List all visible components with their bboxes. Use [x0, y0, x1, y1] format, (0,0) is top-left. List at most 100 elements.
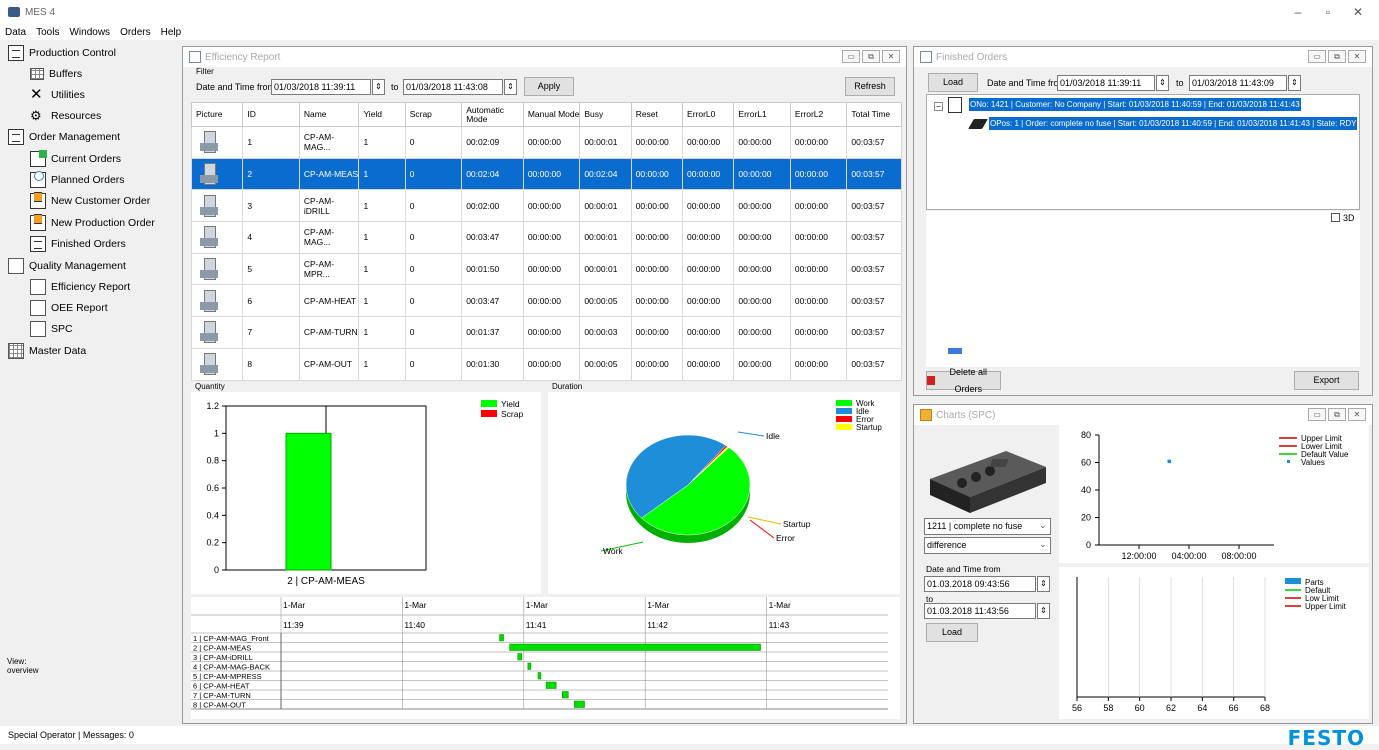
mdi-minimize-button[interactable]: ▭: [1308, 408, 1326, 421]
column-header[interactable]: Manual Mode: [522, 102, 581, 127]
spc-from-input[interactable]: 01.03.2018 09:43:56: [924, 576, 1036, 592]
mdi-close-button[interactable]: ✕: [1348, 408, 1366, 421]
finished-date-from-spinner[interactable]: ⇕: [1156, 75, 1169, 91]
table-row[interactable]: 4 CP-AM-MAG... 1 0 00:03:47 00:00:00 00:00:01 0…: [190, 221, 902, 254]
mdi-restore-button[interactable]: ⧉: [862, 50, 880, 63]
3d-checkbox[interactable]: [1331, 213, 1340, 222]
nav-current-orders[interactable]: Current Orders: [30, 149, 121, 169]
quantity-chart: 1.2 1 0.8 0.6 0.4 0.2 0 2 | CP-AM-MEAS YieldScra…: [191, 392, 541, 594]
spc-to-spinner[interactable]: ⇕: [1037, 603, 1050, 619]
spc-to-input[interactable]: 01.03.2018 11:43:56: [924, 603, 1036, 619]
menu-tools[interactable]: Tools: [31, 27, 64, 38]
menu-windows[interactable]: Windows: [64, 27, 115, 38]
spc-load-button[interactable]: Load: [926, 623, 978, 642]
column-header[interactable]: ErrorL2: [789, 102, 848, 127]
column-header[interactable]: ErrorL0: [682, 102, 735, 127]
nav-new-production-order[interactable]: New Production Order: [30, 213, 155, 233]
mdi-minimize-button[interactable]: ▭: [842, 50, 860, 63]
3d-label: 3D: [1343, 213, 1355, 223]
table-cell: 00:00:00: [733, 316, 791, 349]
table-row[interactable]: 8 CP-AM-OUT 1 0 00:01:30 00:00:00 00:00:05 00:0…: [190, 347, 902, 381]
tree-order-node[interactable]: ONo: 1421 | Customer: No Company | Start…: [969, 98, 1301, 111]
part-select[interactable]: 1211 | complete no fuse: [924, 518, 1051, 535]
gantt-bar: [537, 672, 542, 680]
close-button[interactable]: ✕: [1343, 3, 1373, 21]
column-header[interactable]: Automatic Mode: [461, 102, 524, 127]
date-from-input[interactable]: 01/03/2018 11:39:11: [271, 79, 371, 95]
nav-efficiency-report[interactable]: Efficiency Report: [30, 277, 130, 297]
spc-from-spinner[interactable]: ⇕: [1037, 576, 1050, 592]
mdi-minimize-button[interactable]: ▭: [1308, 50, 1326, 63]
table-row[interactable]: 2 CP-AM-MEAS 1 0 00:02:04 00:00:00 00:02:04 00:…: [190, 157, 902, 191]
gantt-date-label: 1-Mar: [647, 600, 669, 610]
export-button[interactable]: Export: [1294, 371, 1359, 390]
mode-select-chevron-down-icon: ⌄: [1039, 539, 1047, 549]
column-header[interactable]: Total Time: [846, 102, 902, 127]
column-header[interactable]: Scrap: [404, 102, 463, 127]
column-header[interactable]: Picture: [190, 102, 244, 127]
mdi-close-button[interactable]: ✕: [1348, 50, 1366, 63]
table-row[interactable]: 5 CP-AM-MPR... 1 0 00:01:50 00:00:00 00:00:01 0…: [190, 252, 902, 286]
nav-spc[interactable]: SPC: [30, 319, 73, 339]
minimize-button[interactable]: –: [1283, 3, 1313, 21]
nav-master-data[interactable]: Master Data: [8, 341, 86, 361]
column-header[interactable]: Busy: [579, 102, 632, 127]
table-cell: 00:00:00: [682, 189, 735, 223]
table-row[interactable]: 3 CP-AM-iDRILL 1 0 00:02:00 00:00:00 00:00:01 0…: [190, 189, 902, 223]
nav-new-customer-order[interactable]: New Customer Order: [30, 191, 150, 211]
finished-date-from-input[interactable]: 01/03/2018 11:39:11: [1057, 75, 1155, 91]
nav-oee-report[interactable]: OEE Report: [30, 298, 108, 318]
table-cell: 00:00:00: [522, 189, 581, 223]
menu-data[interactable]: Data: [0, 27, 31, 38]
nav-buffers[interactable]: Buffers: [30, 64, 82, 84]
mdi-restore-button[interactable]: ⧉: [1328, 50, 1346, 63]
tree-position-node[interactable]: OPos: 1 | Order: complete no fuse | Star…: [989, 117, 1358, 130]
table-row[interactable]: 6 CP-AM-HEAT 1 0 00:03:47 00:00:00 00:00:05 00:…: [190, 284, 902, 318]
nav-label: Quality Management: [29, 260, 126, 272]
date-to-spinner[interactable]: ⇕: [504, 79, 517, 95]
table-cell: 1: [358, 347, 406, 381]
column-header[interactable]: ID: [242, 102, 300, 127]
y-tick-label: 60: [1081, 458, 1091, 468]
nav-planned-orders[interactable]: Planned Orders: [30, 170, 125, 190]
legend-swatch: [836, 416, 852, 422]
apply-button[interactable]: Apply: [524, 77, 574, 96]
refresh-button[interactable]: Refresh: [845, 77, 895, 96]
mode-select[interactable]: difference: [924, 537, 1051, 554]
y-tick-label: 0.4: [206, 510, 219, 520]
finished-load-button[interactable]: Load: [928, 73, 978, 92]
date-from-spinner[interactable]: ⇕: [372, 79, 385, 95]
delete-all-orders-button[interactable]: Delete all Orders: [926, 367, 1001, 394]
tree-collapse-toggle[interactable]: −: [934, 102, 943, 111]
mdi-close-button[interactable]: ✕: [882, 50, 900, 63]
menu-help[interactable]: Help: [156, 27, 187, 38]
pie-leader-line: [747, 516, 782, 525]
table-cell: 1: [242, 126, 300, 159]
finished-date-to-input[interactable]: 01/03/2018 11:43:09: [1189, 75, 1287, 91]
column-header[interactable]: Yield: [358, 102, 406, 127]
maximize-button[interactable]: ▫: [1313, 3, 1343, 21]
table-cell: 00:00:00: [733, 347, 791, 381]
date-to-input[interactable]: 01/03/2018 11:43:08: [403, 79, 503, 95]
part-select-chevron-down-icon: ⌄: [1039, 520, 1047, 530]
menu-orders[interactable]: Orders: [115, 27, 156, 38]
table-row[interactable]: 7 CP-AM-TURN 1 0 00:01:37 00:00:00 00:00:03 00:…: [190, 316, 902, 349]
column-header[interactable]: ErrorL1: [733, 102, 791, 127]
festo-logo: FESTO: [1287, 726, 1365, 750]
nav-finished-orders[interactable]: Finished Orders: [30, 234, 126, 254]
nav-quality-management[interactable]: Quality Management: [8, 256, 126, 276]
table-cell: CP-AM-iDRILL: [298, 189, 360, 223]
nav-order-management[interactable]: Order Management: [8, 127, 120, 147]
table-cell: 00:03:47: [461, 284, 524, 318]
x-tick-label: 60: [1135, 703, 1145, 713]
column-header[interactable]: Reset: [630, 102, 684, 127]
nav-production-control[interactable]: Production Control: [8, 43, 116, 63]
mdi-restore-button[interactable]: ⧉: [1328, 408, 1346, 421]
efficiency-report-icon: [30, 279, 46, 295]
column-header[interactable]: Name: [298, 102, 360, 127]
nav-resources[interactable]: ⚙ Resources: [30, 106, 101, 126]
table-cell: 00:00:05: [579, 347, 632, 381]
nav-utilities[interactable]: ✕ Utilities: [30, 85, 85, 105]
finished-date-to-spinner[interactable]: ⇕: [1288, 75, 1301, 91]
table-row[interactable]: 1 CP-AM-MAG... 1 0 00:02:09 00:00:00 00:00:01 0…: [190, 126, 902, 159]
